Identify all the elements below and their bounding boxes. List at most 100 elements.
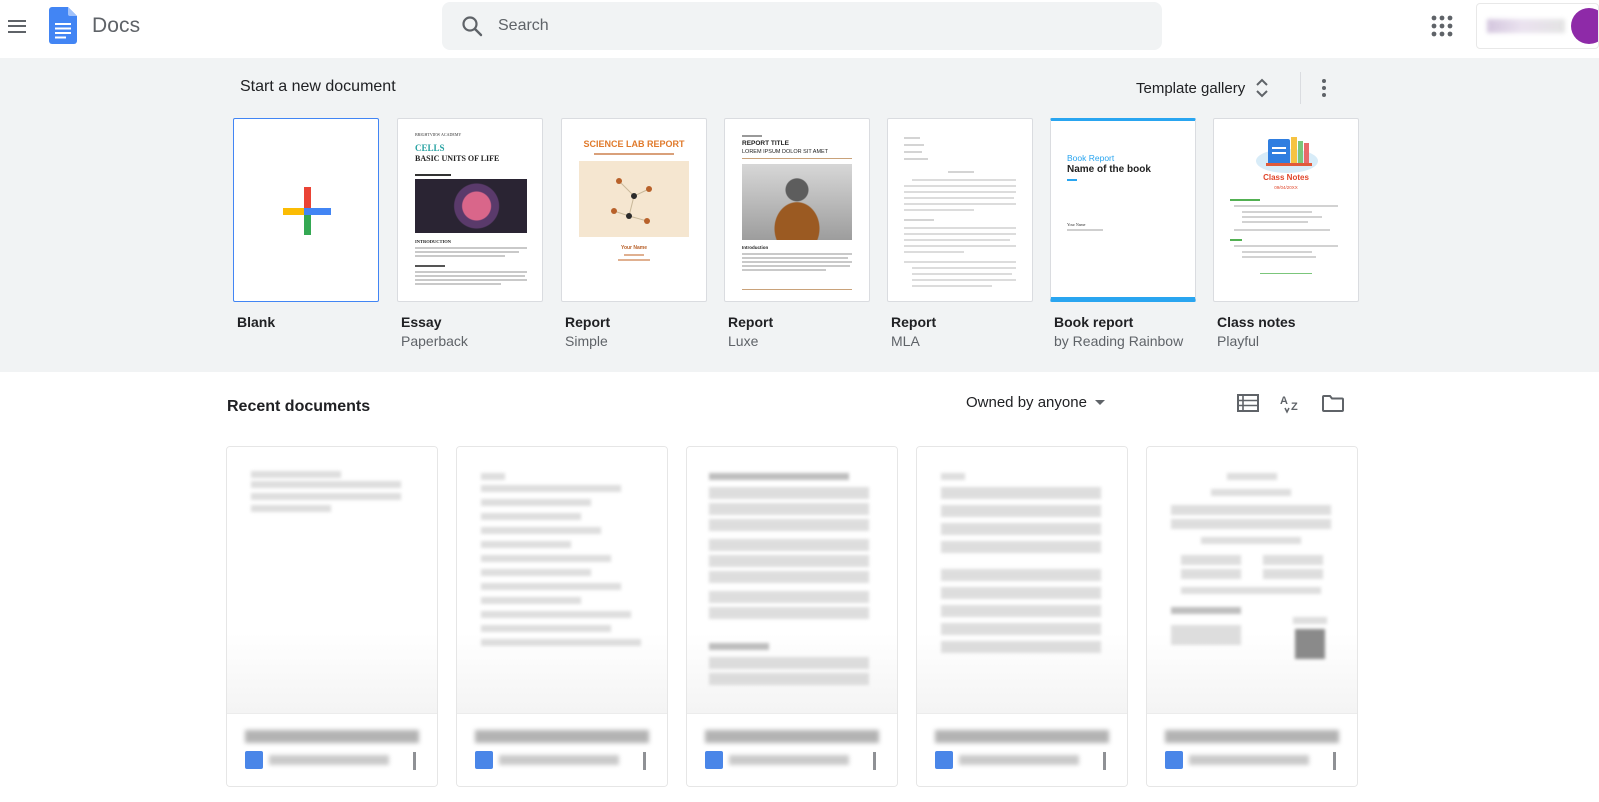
template-report-mla[interactable]: Report MLA [887, 118, 1033, 349]
sort-az-icon[interactable]: A Z [1278, 390, 1304, 416]
preview-date: 09/04/20XX [1274, 185, 1298, 190]
template-subtitle: Playful [1217, 333, 1260, 349]
template-class-notes[interactable]: Class Notes 09/04/20XX Class notes Playf… [1213, 118, 1359, 349]
more-vert-icon [1322, 79, 1326, 83]
more-vert-icon[interactable] [413, 752, 416, 770]
more-vert-icon[interactable] [643, 752, 646, 770]
docs-file-icon [1165, 751, 1183, 769]
document-preview [1147, 447, 1357, 713]
document-preview [917, 447, 1127, 713]
template-section: Start a new document Template gallery Bl… [0, 58, 1599, 372]
template-name: Book report [1054, 314, 1134, 330]
preview-title: Name of the book [1067, 164, 1151, 175]
svg-text:Z: Z [1291, 401, 1298, 413]
document-footer [227, 713, 437, 786]
preview-author: Your Name [1067, 222, 1086, 227]
template-essay[interactable]: BRIGHTVIEW ACADEMY CELLS BASIC UNITS OF … [397, 118, 543, 349]
owner-filter-label: Owned by anyone [966, 394, 1087, 411]
preview-molecule-image [579, 161, 689, 237]
template-subtitle: Paperback [401, 333, 468, 349]
document-meta-redacted [729, 755, 849, 765]
search-bar[interactable] [442, 2, 1162, 50]
template-thumbnail[interactable]: Book Report Name of the book Your Name [1050, 118, 1196, 302]
search-icon[interactable] [460, 14, 484, 38]
account-switcher[interactable] [1476, 3, 1599, 49]
preview-author: Your Name [620, 245, 648, 251]
preview-label: Book Report [1067, 153, 1115, 163]
template-subtitle: by Reading Rainbow [1054, 333, 1184, 349]
document-title-redacted [245, 730, 419, 743]
template-thumbnail[interactable] [887, 118, 1033, 302]
main-menu-icon [8, 19, 26, 22]
preview-section: INTRODUCTION [415, 239, 452, 244]
template-report-luxe[interactable]: REPORT TITLE LOREM IPSUM DOLOR SIT AMET … [724, 118, 870, 349]
document-meta-redacted [1189, 755, 1309, 765]
preview-title-b: BASIC UNITS OF LIFE [415, 154, 500, 163]
template-name: Report [565, 314, 611, 330]
more-vert-icon[interactable] [1103, 752, 1106, 770]
template-book-report[interactable]: Book Report Name of the book Your Name B… [1050, 118, 1196, 349]
document-footer [457, 713, 667, 786]
preview-header: BRIGHTVIEW ACADEMY [415, 132, 462, 137]
template-gallery-button[interactable]: Template gallery [1136, 72, 1269, 104]
recent-document-card[interactable] [226, 446, 438, 787]
recent-documents-title: Recent documents [227, 398, 371, 415]
document-footer [1147, 713, 1357, 786]
document-title-redacted [475, 730, 649, 743]
template-subtitle: MLA [891, 333, 920, 349]
document-meta-redacted [499, 755, 619, 765]
apps-grid-icon[interactable] [1428, 12, 1456, 40]
template-thumbnail[interactable]: SCIENCE LAB REPORT Your Name [561, 118, 707, 302]
template-blank[interactable]: Blank [233, 118, 379, 330]
recent-document-card[interactable] [1146, 446, 1358, 787]
preview-title-a: CELLS [415, 143, 445, 153]
docs-file-icon [935, 751, 953, 769]
template-subtitle: Luxe [728, 333, 759, 349]
plus-icon [283, 187, 331, 235]
account-name-redacted [1487, 19, 1565, 33]
dropdown-arrow-icon [1094, 400, 1105, 405]
template-report-simple[interactable]: SCIENCE LAB REPORT Your Name Report Simp… [561, 118, 707, 349]
document-preview [457, 447, 667, 713]
document-footer [687, 713, 897, 786]
template-name: Essay [401, 314, 442, 330]
unfold-icon [1256, 78, 1268, 98]
docs-logo-icon[interactable] [49, 7, 77, 44]
templates-title: Start a new document [240, 78, 396, 95]
owner-filter-dropdown[interactable]: Owned by anyone [966, 394, 1105, 411]
more-vert-icon[interactable] [873, 752, 876, 770]
document-title-redacted [935, 730, 1109, 743]
document-meta-redacted [269, 755, 389, 765]
search-input[interactable] [498, 2, 1138, 50]
template-gallery-label: Template gallery [1136, 79, 1246, 97]
document-footer [917, 713, 1127, 786]
template-thumbnail[interactable]: BRIGHTVIEW ACADEMY CELLS BASIC UNITS OF … [397, 118, 543, 302]
template-thumbnail[interactable]: Class Notes 09/04/20XX [1213, 118, 1359, 302]
app-name[interactable]: Docs [92, 14, 140, 38]
divider [1300, 72, 1301, 104]
avatar[interactable] [1571, 8, 1598, 44]
template-name: Report [891, 314, 937, 330]
preview-title: SCIENCE LAB REPORT [583, 139, 685, 149]
docs-file-icon [705, 751, 723, 769]
template-thumbnail[interactable]: REPORT TITLE LOREM IPSUM DOLOR SIT AMET … [724, 118, 870, 302]
folder-icon[interactable] [1320, 390, 1346, 416]
recent-document-card[interactable] [456, 446, 668, 787]
docs-file-icon [475, 751, 493, 769]
document-title-redacted [705, 730, 879, 743]
document-meta-redacted [959, 755, 1079, 765]
recent-document-card[interactable] [916, 446, 1128, 787]
list-view-icon[interactable] [1235, 390, 1261, 416]
top-bar: Docs [0, 0, 1599, 56]
more-vert-icon[interactable] [1333, 752, 1336, 770]
template-name: Report [728, 314, 774, 330]
template-name: Class notes [1217, 314, 1296, 330]
template-thumbnail[interactable] [233, 118, 379, 302]
qr-code-redacted [1295, 629, 1325, 659]
document-title-redacted [1165, 730, 1339, 743]
main-menu-button[interactable] [2, 8, 32, 44]
more-options-button[interactable] [1312, 72, 1336, 104]
svg-text:A: A [1280, 395, 1288, 407]
preview-cell-image [415, 179, 527, 233]
recent-document-card[interactable] [686, 446, 898, 787]
